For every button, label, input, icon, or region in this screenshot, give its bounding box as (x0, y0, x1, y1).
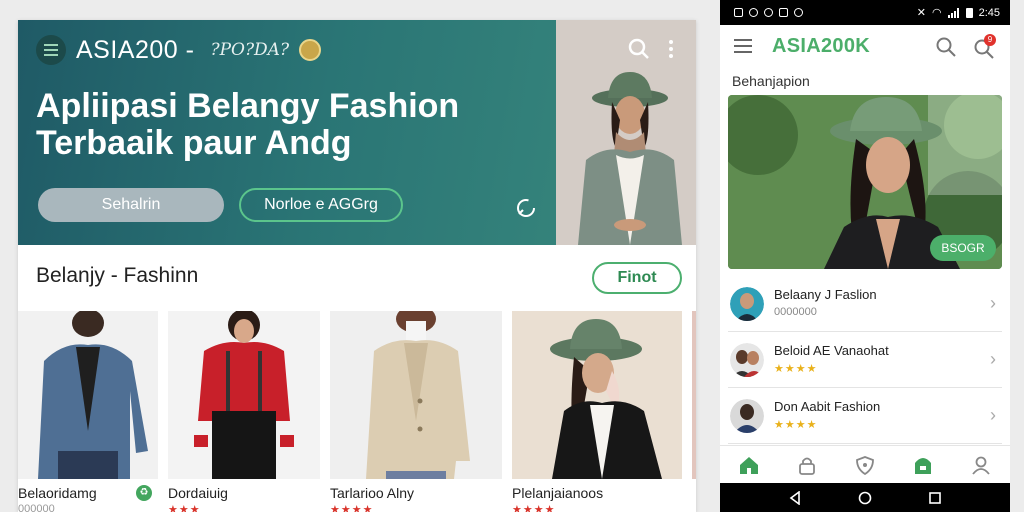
back-icon[interactable] (788, 490, 802, 505)
chevron-right-icon: › (990, 405, 996, 425)
product-image (692, 311, 696, 479)
list-item[interactable]: Don Aabit Fashion ★★★★ › (728, 389, 1002, 444)
mobile-device: ✕ ◠ 2:45 ASIA200K 9 Behanjapion BSOGR Be… (720, 0, 1010, 512)
home-circle-icon[interactable] (858, 491, 872, 505)
product-image (512, 311, 682, 479)
product-card-partial (692, 311, 696, 512)
app-brand: ASIA200K (772, 35, 870, 57)
notification-icons (734, 8, 803, 17)
hero-actions (628, 38, 674, 60)
app-notification-icon (764, 8, 773, 17)
item-rating: ★★★★ (774, 419, 818, 431)
system-icons: ✕ ◠ 2:45 (916, 6, 1000, 20)
product-image (18, 311, 158, 479)
list-item[interactable]: Belaany J Faslion 0000000 › (728, 277, 1002, 332)
hamburger-icon[interactable] (734, 39, 752, 53)
section-label: Behanjapion (732, 73, 810, 89)
bottom-navigation (720, 445, 1010, 483)
product-card[interactable]: Tarlarioo Alny ★★★★ (330, 311, 502, 512)
profile-icon[interactable] (970, 455, 992, 475)
more-vertical-icon[interactable] (668, 39, 674, 59)
find-button[interactable]: Finot (592, 262, 682, 294)
chevron-right-icon: › (990, 293, 996, 313)
item-avatar (730, 343, 764, 377)
product-rating: ★★★ (168, 504, 201, 512)
app-notification-icon (779, 8, 788, 17)
product-image (330, 311, 502, 479)
product-name: Belaoridamg (18, 485, 97, 501)
product-subtitle: 000000 (18, 503, 55, 512)
shield-icon[interactable] (854, 455, 876, 475)
item-subtitle: 0000000 (774, 306, 817, 318)
battery-icon (965, 8, 973, 18)
primary-cta-button[interactable]: Sehalrin (38, 188, 224, 222)
status-time: 2:45 (978, 6, 1000, 19)
product-grid: Belaoridamg ♻ 000000 Dordaiuig ★★★ Tarla… (18, 311, 696, 512)
notification-badge: 9 (984, 34, 996, 46)
chevron-right-icon: › (990, 349, 996, 369)
hamburger-icon (44, 44, 58, 56)
section-title: Belanjy - Fashinn (36, 264, 199, 287)
secondary-cta-button[interactable]: Norloe e AGGrg (239, 188, 403, 222)
product-card[interactable]: Belaoridamg ♻ 000000 (18, 311, 158, 512)
item-avatar (730, 399, 764, 433)
product-rating: ★★★★ (330, 504, 374, 512)
list-item[interactable]: Beloid AE Vanaohat ★★★★ › (728, 333, 1002, 388)
product-rating: ★★★★ (512, 504, 556, 512)
item-title: Beloid AE Vanaohat (774, 343, 889, 358)
product-badge-icon: ♻ (136, 485, 152, 501)
item-avatar (730, 287, 764, 321)
refresh-icon[interactable] (514, 196, 538, 220)
hero-banner: ASIA200 - ?PO?DA? Apliipasi Belangy Fash… (18, 20, 696, 245)
status-bar: ✕ ◠ 2:45 (720, 0, 1010, 25)
search-icon[interactable] (628, 38, 650, 60)
app-notification-icon (794, 8, 803, 17)
brand-name: ASIA200 - (76, 35, 195, 64)
recents-icon[interactable] (928, 491, 942, 505)
wifi-icon: ◠ (931, 7, 942, 19)
signal-icon (947, 7, 959, 18)
featured-banner[interactable]: BSOGR (728, 95, 1002, 269)
bag-icon[interactable] (912, 455, 934, 475)
mute-icon: ✕ (916, 7, 926, 19)
product-image (168, 311, 320, 479)
app-bar: ASIA200K 9 (720, 25, 1010, 67)
product-name: Tarlarioo Alny (330, 485, 415, 501)
system-navigation-bar (720, 483, 1010, 512)
menu-button[interactable] (36, 35, 66, 65)
top-bar: ASIA200 - ?PO?DA? (36, 32, 322, 68)
headline-line-1: Apliipasi Belangy Fashion (36, 87, 460, 125)
hero-model-photo (556, 20, 696, 245)
hero-headline: Apliipasi Belangy Fashion Terbaaik paur … (36, 88, 516, 162)
search-icon[interactable] (936, 37, 956, 57)
user-avatar[interactable] (299, 39, 322, 61)
lock-icon[interactable] (796, 455, 818, 475)
item-title: Don Aabit Fashion (774, 399, 881, 414)
app-notification-icon (734, 8, 743, 17)
headline-line-2: Terbaaik paur Andg (36, 124, 352, 162)
product-card[interactable]: Dordaiuig ★★★ (168, 311, 320, 512)
product-name: Plelanjaianoos (512, 485, 604, 501)
home-icon[interactable] (738, 455, 760, 475)
product-card[interactable]: Plelanjaianoos ★★★★ (512, 311, 682, 512)
phone-screen: ASIA200K 9 Behanjapion BSOGR Belaany J F… (720, 25, 1010, 483)
item-title: Belaany J Faslion (774, 287, 877, 302)
item-rating: ★★★★ (774, 363, 818, 375)
app-notification-icon (749, 8, 758, 17)
product-name: Dordaiuig (168, 485, 228, 501)
banner-button[interactable]: BSOGR (930, 235, 996, 261)
brand-tagline: ?PO?DA? (210, 40, 290, 60)
desktop-app-window: ASIA200 - ?PO?DA? Apliipasi Belangy Fash… (18, 20, 696, 512)
